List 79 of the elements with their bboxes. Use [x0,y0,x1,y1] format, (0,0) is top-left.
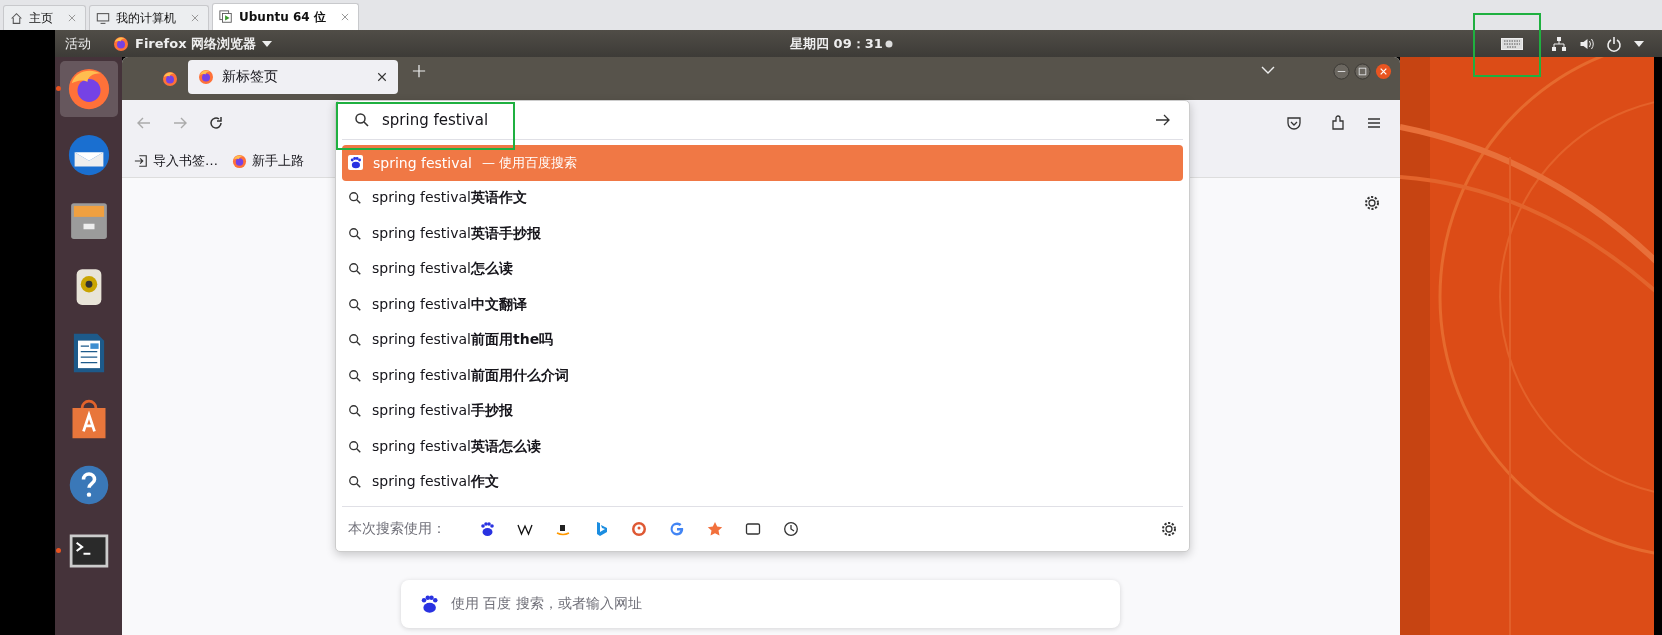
suggestion-text: spring festival怎么读 [372,260,513,279]
search-icon [348,262,362,277]
suggestion-text: spring festival英语手抄报 [372,224,541,243]
import-icon [134,154,148,168]
bookmark-item[interactable]: 新手上路 [232,152,304,170]
suggestion-item[interactable]: spring festival英语手抄报 [342,216,1183,252]
pocket-icon[interactable] [1286,114,1302,131]
suggestion-text: spring festival中文翻译 [372,295,527,314]
home-icon [10,11,23,25]
settings-icon[interactable] [1161,521,1177,537]
star-icon [707,521,723,537]
search-icon [348,191,362,206]
suggestion-item[interactable]: spring festival英语作文 [342,180,1183,216]
search-icon [348,475,362,490]
search-icon [348,333,362,348]
paw-icon [479,521,495,537]
firefox-icon [198,68,214,85]
close-icon[interactable] [1375,63,1392,80]
search-icon [348,439,362,454]
dot-icon [884,39,893,48]
suggestion-item[interactable]: spring festival英语怎么读 [342,429,1183,465]
monitor-icon [96,11,110,25]
suggestion-item[interactable]: spring festival前面用the吗 [342,322,1183,358]
firefox-icon [162,70,178,87]
search-icon [348,297,362,312]
firefox-icon [232,153,247,169]
dock-item[interactable] [59,61,118,117]
app-menu[interactable]: Firefox 网络浏览器 [135,34,257,53]
plus-icon[interactable] [412,64,426,78]
search-field[interactable]: 使用 百度 搜索，或者输入网址 [401,580,1120,628]
network-icon[interactable] [1551,35,1567,52]
vm-tab[interactable]: 主页 [3,5,86,30]
suggestion-text: spring festival英语怎么读 [372,437,541,456]
chevron-down-icon[interactable] [1261,64,1275,75]
minimize-icon[interactable] [1333,63,1350,80]
firefox-icon [113,35,129,52]
tab-title: 新标签页 [222,67,279,86]
vm-tab[interactable]: Ubuntu 64 位 [212,3,359,30]
g-icon [669,521,685,537]
suggestion-item[interactable]: spring festival中文翻译 [342,287,1183,323]
suggestion-item[interactable]: spring festival手抄报 [342,393,1183,429]
search-icon [348,368,362,383]
running-dot [55,548,61,553]
suggestion-text: spring festival英语作文 [372,189,527,208]
suggestion-hint: — 使用百度搜索 [482,153,578,172]
activities-button[interactable]: 活动 [65,34,91,53]
search-icon [348,226,362,241]
suggestion-item[interactable]: spring festival作文 [342,464,1183,500]
keyboard-icon[interactable] [1501,37,1523,50]
arrow-right-icon[interactable] [1155,112,1171,128]
suggestion-item[interactable]: spring festival前面用什么介词 [342,358,1183,394]
maximize-icon[interactable] [1354,63,1371,80]
search-with-label: 本次搜索使用： [348,520,446,538]
search-icon [348,404,362,419]
vm-tab[interactable]: 我的计算机 [89,5,209,30]
paw-icon [419,594,439,614]
close-icon[interactable] [376,70,388,83]
suggestion-text: spring festival前面用什么介词 [372,366,569,385]
caret-icon [262,39,273,48]
suggestion-text: spring festival [373,154,472,171]
clock-icon [783,521,799,537]
bookmark-item[interactable]: 导入书签… [134,152,218,170]
settings-icon[interactable] [1364,195,1380,211]
puzzle-icon[interactable] [1330,114,1346,131]
placeholder-text: 使用 百度 搜索，或者输入网址 [451,595,642,613]
clock[interactable]: 星期四 09：31 [790,34,883,53]
search-icon [354,112,370,128]
tab-icon [745,521,761,537]
paw-icon [349,156,362,170]
running-dot [55,86,61,91]
play-screen-icon [219,10,233,24]
browser-tab[interactable]: 新标签页 [188,59,398,94]
reload-icon[interactable] [208,114,224,131]
suggestion-item[interactable]: spring festival怎么读 [342,251,1183,287]
suggestion-text: spring festival手抄报 [372,402,513,421]
suggestion-text: spring festival前面用the吗 [372,331,554,350]
suggestion-text: spring festival作文 [372,473,499,492]
caret-icon[interactable] [1634,39,1644,48]
power-icon[interactable] [1606,35,1622,52]
